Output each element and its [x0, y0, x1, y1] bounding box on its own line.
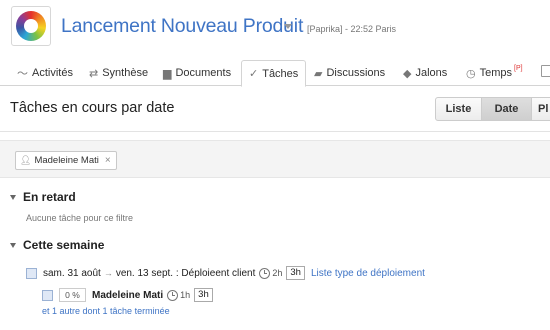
tab-temps[interactable]: ◷ Temps [P] [466, 60, 523, 86]
tab-discussions[interactable]: ▰ Discussions [314, 60, 385, 86]
project-header: Lancement Nouveau Produit [Paprika] - 22… [0, 0, 550, 58]
tab-bar: 〜 Activités ⇄ Synthèse ▆ Documents ✓ Tâc… [0, 58, 550, 87]
task-title[interactable]: ven. 13 sept. : Déploieent client [116, 268, 256, 279]
chat-bubbles-icon: ▰ [314, 67, 323, 80]
group-this-week-toggle[interactable]: Cette semaine [10, 238, 104, 252]
tab-label: Activités [32, 67, 73, 79]
folder-icon: ▆ [163, 67, 172, 80]
clock-icon [167, 289, 179, 301]
clock-icon [259, 267, 271, 279]
chip-label: Madeleine Mati [34, 155, 99, 166]
task-checkbox[interactable] [26, 267, 37, 279]
group-late-toggle[interactable]: En retard [10, 190, 76, 204]
project-title[interactable]: Lancement Nouveau Produit [61, 15, 303, 38]
tab-label: Jalons [415, 67, 448, 79]
clock-icon: ◷ [466, 67, 476, 80]
tab-taches[interactable]: ✓ Tâches [241, 60, 307, 87]
tab-jalons[interactable]: ◆ Jalons [403, 60, 447, 86]
chevron-down-icon[interactable] [284, 24, 292, 29]
tab-label: Documents [175, 67, 232, 79]
task-start-date: sam. 31 août [43, 267, 101, 279]
triangle-down-icon [10, 242, 16, 248]
view-liste-button[interactable]: Liste [435, 97, 482, 121]
tab-label: Temps [479, 67, 513, 79]
diamond-icon: ◆ [403, 67, 412, 80]
assignee-filter-chip[interactable]: 👤︎ Madeleine Mati × [15, 151, 117, 170]
empty-note: Aucune tâche pour ce filtre [26, 213, 134, 223]
task-row: sam. 31 août → ven. 13 sept. : Déploieen… [26, 266, 425, 280]
project-meta: [Paprika] - 22:52 Paris [307, 24, 397, 34]
task-hours[interactable]: 3h [286, 266, 305, 280]
group-title: En retard [23, 190, 76, 204]
task-list-link[interactable]: Liste type de déploiement [311, 268, 425, 279]
project-logo[interactable] [11, 6, 51, 46]
tab-documents[interactable]: ▆ Documents [163, 60, 231, 86]
subtask-duration: 1h [180, 290, 191, 300]
close-icon[interactable]: × [105, 155, 111, 166]
divider [0, 131, 550, 132]
subtask-row: 0 % Madeleine Mati 1h 3h [42, 288, 219, 302]
subtask-checkbox[interactable] [42, 289, 53, 301]
rainbow-ring-icon [16, 11, 46, 41]
progress-percent[interactable]: 0 % [59, 288, 86, 302]
filter-bar: 👤︎ Madeleine Mati × [0, 140, 550, 178]
task-duration: 2h [272, 268, 283, 278]
checkmark-icon: ✓ [249, 68, 259, 80]
tab-label: Synthèse [102, 67, 149, 79]
tab-activites[interactable]: 〜 Activités [17, 60, 73, 86]
tab-synthese[interactable]: ⇄ Synthèse [89, 60, 148, 86]
tab-label: Tâches [262, 67, 299, 80]
view-switch: Liste Date Pl [435, 97, 550, 121]
pulse-icon: 〜 [17, 68, 28, 80]
synthesis-icon: ⇄ [89, 67, 99, 80]
view-planning-button[interactable]: Pl [532, 97, 550, 121]
person-icon: 👤︎ [20, 155, 32, 165]
view-date-button[interactable]: Date [482, 97, 532, 121]
triangle-down-icon [10, 194, 16, 200]
tab-badge: [P] [514, 64, 523, 72]
page-icon[interactable] [541, 65, 550, 77]
subtask-assignee: Madeleine Mati [92, 289, 164, 301]
group-title: Cette semaine [23, 238, 105, 252]
more-tasks-link[interactable]: et 1 autre dont 1 tâche terminée [42, 306, 170, 316]
page-title: Tâches en cours par date [10, 100, 175, 116]
subtask-hours[interactable]: 3h [194, 288, 213, 302]
arrow-right-icon: → [103, 268, 113, 278]
tab-label: Discussions [326, 67, 386, 79]
